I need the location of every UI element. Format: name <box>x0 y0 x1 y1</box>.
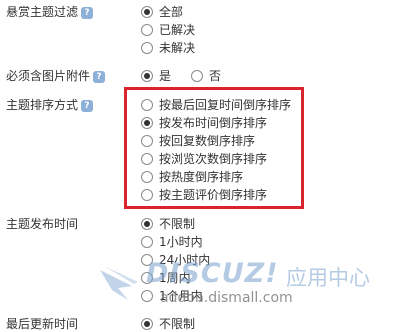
option-label: 已解决 <box>159 23 196 37</box>
option-label: 否 <box>209 69 222 83</box>
radio-icon[interactable] <box>141 23 153 36</box>
radio-icon[interactable] <box>141 317 153 330</box>
help-icon[interactable]: ? <box>81 7 94 19</box>
publish-time-option-1h[interactable]: 1小时内 <box>141 233 203 250</box>
image-attachment-label: 必须含图片附件? <box>6 67 106 84</box>
sort-option-rating[interactable]: 按主题评价倒序排序 <box>141 186 267 203</box>
option-label: 全部 <box>159 5 184 19</box>
radio-icon[interactable] <box>141 271 153 284</box>
sort-option-last-reply[interactable]: 按最后回复时间倒序排序 <box>141 96 291 113</box>
radio-icon[interactable] <box>141 134 153 147</box>
option-label: 按回复数倒序排序 <box>159 134 256 148</box>
image-attachment-option-yes[interactable]: 是 <box>141 67 171 84</box>
publish-time-option-1m[interactable]: 1个月内 <box>141 287 203 304</box>
sort-option-reply-count[interactable]: 按回复数倒序排序 <box>141 132 255 149</box>
radio-icon[interactable] <box>141 188 153 201</box>
radio-icon[interactable] <box>191 69 203 82</box>
option-label: 未解决 <box>159 41 196 55</box>
publish-time-label: 主题发布时间 <box>6 215 78 232</box>
reward-filter-option-all[interactable]: 全部 <box>141 3 183 20</box>
watermark-app-center: 应用中心 <box>286 266 370 290</box>
option-label: 按主题评价倒序排序 <box>159 188 268 202</box>
sort-method-label-text: 主题排序方式 <box>6 98 79 112</box>
publish-time-option-unlimited[interactable]: 不限制 <box>141 215 195 232</box>
radio-icon[interactable] <box>141 152 153 165</box>
radio-icon[interactable] <box>141 116 153 129</box>
reward-filter-label-text: 悬赏主题过滤 <box>6 5 79 19</box>
reward-filter-label: 悬赏主题过滤? <box>6 3 94 20</box>
sort-option-publish-time[interactable]: 按发布时间倒序排序 <box>141 114 267 131</box>
radio-icon[interactable] <box>141 289 153 302</box>
radio-icon[interactable] <box>141 69 153 82</box>
image-attachment-label-text: 必须含图片附件 <box>6 69 91 83</box>
radio-icon[interactable] <box>141 253 153 266</box>
option-label: 24小时内 <box>159 253 211 267</box>
last-update-option-unlimited[interactable]: 不限制 <box>141 315 195 332</box>
option-label: 按浏览次数倒序排序 <box>159 152 268 166</box>
option-label: 1小时内 <box>159 235 203 249</box>
reward-filter-option-solved[interactable]: 已解决 <box>141 21 195 38</box>
help-icon[interactable]: ? <box>93 71 106 83</box>
option-label: 1周内 <box>159 271 191 285</box>
option-label: 按最后回复时间倒序排序 <box>159 98 292 112</box>
publish-time-label-text: 主题发布时间 <box>6 217 79 231</box>
radio-icon[interactable] <box>141 41 153 54</box>
publish-time-option-1w[interactable]: 1周内 <box>141 269 191 286</box>
radio-icon[interactable] <box>141 98 153 111</box>
reward-filter-option-unsolved[interactable]: 未解决 <box>141 39 195 56</box>
option-label: 按热度倒序排序 <box>159 170 244 184</box>
option-label: 不限制 <box>159 217 196 231</box>
sort-option-view-count[interactable]: 按浏览次数倒序排序 <box>141 150 267 167</box>
radio-icon[interactable] <box>141 217 153 230</box>
radio-icon[interactable] <box>141 170 153 183</box>
radio-icon[interactable] <box>141 5 153 18</box>
option-label: 按发布时间倒序排序 <box>159 116 268 130</box>
image-attachment-option-no[interactable]: 否 <box>191 67 221 84</box>
sort-method-label: 主题排序方式? <box>6 96 94 113</box>
last-update-label-text: 最后更新时间 <box>6 317 79 331</box>
sort-option-heat[interactable]: 按热度倒序排序 <box>141 168 243 185</box>
help-icon[interactable]: ? <box>81 100 94 112</box>
option-label: 1个月内 <box>159 289 203 303</box>
publish-time-option-24h[interactable]: 24小时内 <box>141 251 210 268</box>
option-label: 是 <box>159 69 172 83</box>
radio-icon[interactable] <box>141 235 153 248</box>
last-update-label: 最后更新时间 <box>6 315 78 332</box>
option-label: 不限制 <box>159 317 196 331</box>
